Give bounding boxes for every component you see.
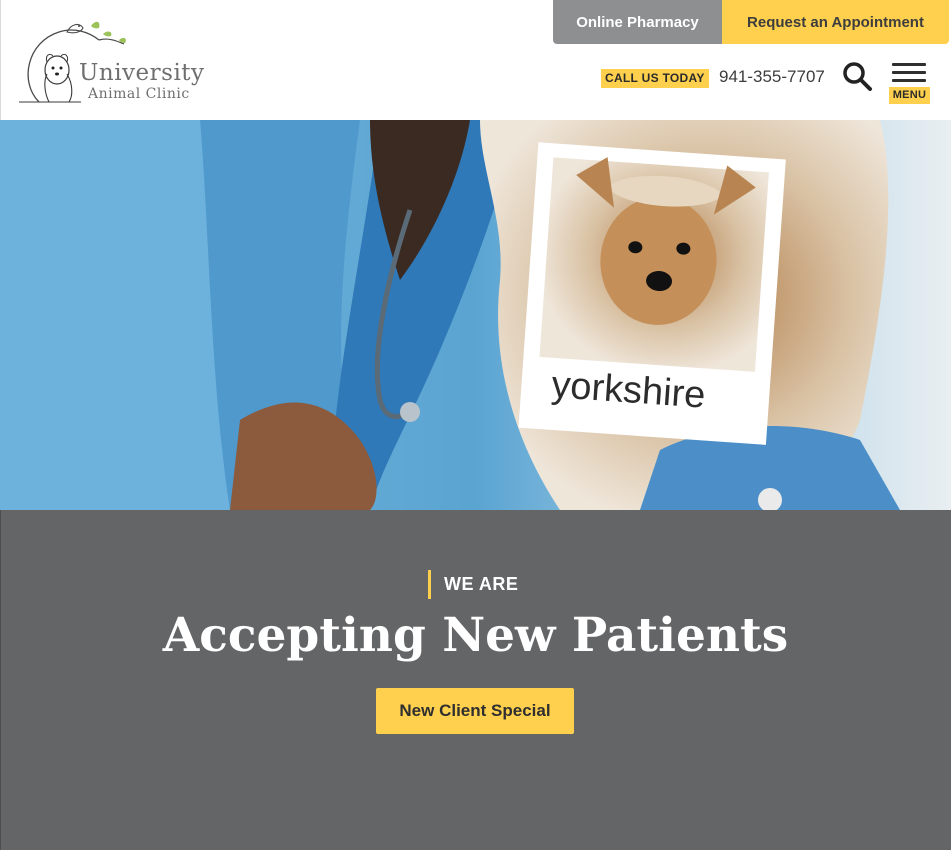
site-logo[interactable]: University Animal Clinic [19, 12, 219, 107]
logo-name-line1: University [79, 60, 205, 86]
hamburger-icon [887, 61, 931, 85]
hero-image: yorkshire [0, 120, 951, 510]
online-pharmacy-button[interactable]: Online Pharmacy [553, 0, 722, 44]
logo-name-line2: Animal Clinic [88, 86, 190, 102]
accepting-patients-section [0, 510, 951, 850]
search-button[interactable] [841, 60, 875, 94]
search-icon [843, 62, 872, 91]
section-headline: Accepting New Patients [162, 608, 789, 663]
menu-label: MENU [889, 87, 930, 104]
new-client-special-button[interactable]: New Client Special [376, 688, 574, 734]
vet-holding-dog-image [0, 120, 951, 510]
menu-button[interactable]: MENU [887, 61, 931, 105]
phone-link[interactable]: 941-355-7707 [719, 67, 825, 87]
request-appointment-button[interactable]: Request an Appointment [722, 0, 949, 44]
section-eyebrow: WE ARE [428, 570, 518, 599]
site-header: University Animal Clinic Online Pharmacy… [0, 0, 951, 120]
call-us-badge: CALL US TODAY [601, 69, 709, 88]
